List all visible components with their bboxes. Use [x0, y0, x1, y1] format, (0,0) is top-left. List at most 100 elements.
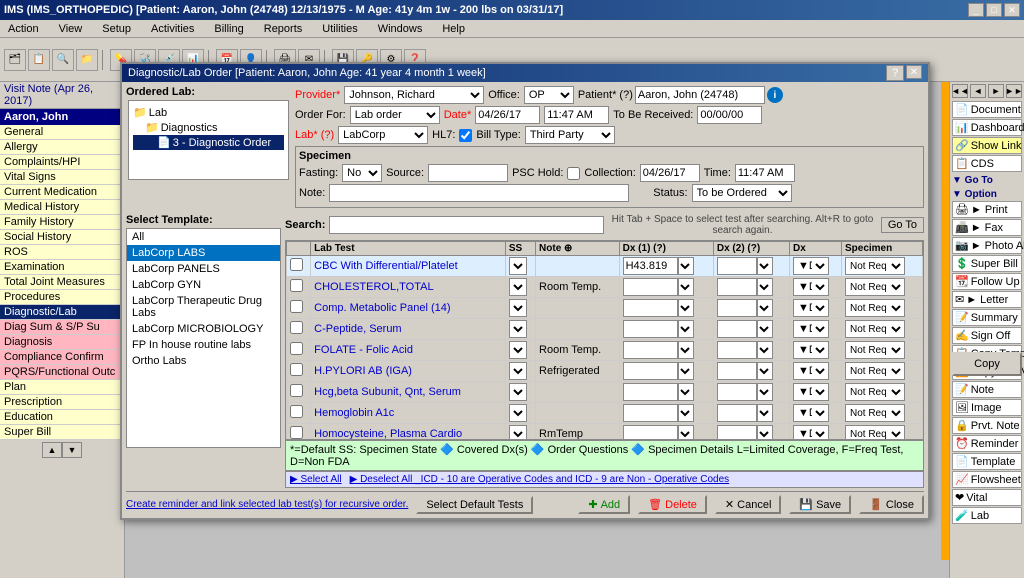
lab-test-checkbox[interactable] [290, 321, 303, 334]
nav-last-button[interactable]: ►► [1006, 84, 1022, 98]
deselect-all-link[interactable]: ▶ Deselect All _ICD - 10 are Operative C… [350, 474, 730, 485]
lab-test-name[interactable]: Homocysteine, Plasma Cardio [311, 424, 506, 441]
provider-select[interactable]: Johnson, Richard [344, 86, 484, 104]
lab-test-checkbox[interactable] [290, 258, 303, 271]
menu-action[interactable]: Action [4, 23, 43, 35]
lab-test-name[interactable]: Hcg,beta Subunit, Qnt, Serum [311, 382, 506, 403]
date-input[interactable] [475, 106, 540, 124]
lab-test-checkbox[interactable] [290, 426, 303, 439]
sidebar-item-allergy[interactable]: Allergy [0, 140, 124, 155]
sidebar-scroll-up[interactable]: ▲ [42, 442, 62, 458]
visit-note[interactable]: Visit Note (Apr 26, 2017) [0, 82, 124, 109]
lab-test-checkbox[interactable] [290, 342, 303, 355]
template-button[interactable]: 📄Template [952, 453, 1022, 470]
office-select[interactable]: OP [524, 86, 574, 104]
show-link-button[interactable]: 🔗Show Link [952, 137, 1022, 154]
add-button[interactable]: ✚ Add [578, 495, 630, 514]
lab-test-name[interactable]: CBC With Differential/Platelet [311, 256, 506, 277]
template-labcorp-panels[interactable]: LabCorp PANELS [127, 261, 280, 277]
close-window-button[interactable]: ✕ [1004, 3, 1020, 17]
footer-link[interactable]: Create reminder and link selected lab te… [126, 499, 408, 510]
nav-next-button[interactable]: ► [988, 84, 1004, 98]
template-microbiology[interactable]: LabCorp MICROBIOLOGY [127, 321, 280, 337]
minimize-button[interactable]: _ [968, 3, 984, 17]
toolbar-btn-2[interactable]: 📋 [28, 49, 50, 71]
bill-type-select[interactable]: Third Party [525, 126, 615, 144]
sidebar-item-vital[interactable]: Vital Signs [0, 170, 124, 185]
select-default-button[interactable]: Select Default Tests [416, 496, 533, 514]
template-fp-inhouse[interactable]: FP In house routine labs [127, 337, 280, 353]
nav-prev-button[interactable]: ◄ [970, 84, 986, 98]
select-all-link[interactable]: ▶ Select All [290, 474, 342, 485]
lab-select[interactable]: LabCorp [338, 126, 428, 144]
lab-test-name[interactable]: FOLATE - Folic Acid [311, 340, 506, 361]
sidebar-item-plan[interactable]: Plan [0, 380, 124, 395]
patient-header[interactable]: Aaron, John [0, 109, 124, 125]
sidebar-item-complaints[interactable]: Complaints/HPI [0, 155, 124, 170]
fasting-select[interactable]: No [342, 164, 382, 182]
lab-test-checkbox[interactable] [290, 405, 303, 418]
sidebar-item-pqrs[interactable]: PQRS/Functional Outc [0, 365, 124, 380]
toolbar-btn-1[interactable]: 🗂 [4, 49, 26, 71]
lab-test-checkbox[interactable] [290, 384, 303, 397]
sidebar-item-ros[interactable]: ROS [0, 245, 124, 260]
lab-button[interactable]: 🧪Lab [952, 507, 1022, 524]
menu-reports[interactable]: Reports [260, 23, 307, 35]
sidebar-item-family-history[interactable]: Family History [0, 215, 124, 230]
search-input[interactable] [329, 216, 604, 234]
tree-item-lab[interactable]: 📁 Lab [133, 105, 284, 120]
lab-test-checkbox[interactable] [290, 279, 303, 292]
reminder-button[interactable]: ⏰Reminder [952, 435, 1022, 452]
sidebar-scroll-down[interactable]: ▼ [62, 442, 82, 458]
template-ortho-labs[interactable]: Ortho Labs [127, 353, 280, 369]
sidebar-item-diag-sum[interactable]: Diag Sum & S/P Su [0, 320, 124, 335]
super-bill-button[interactable]: 💲Super Bill [952, 255, 1022, 272]
close-button[interactable]: 🚪 Close [859, 495, 924, 514]
menu-view[interactable]: View [55, 23, 87, 35]
sidebar-item-medication[interactable]: Current Medication [0, 185, 124, 200]
toolbar-btn-4[interactable]: 📁 [76, 49, 98, 71]
template-therapeutic[interactable]: LabCorp Therapeutic Drug Labs [127, 293, 280, 321]
tree-item-diagnostics[interactable]: 📁 Diagnostics [133, 120, 284, 135]
summary-button[interactable]: 📝Summary [952, 309, 1022, 326]
template-labcorp-labs[interactable]: LabCorp LABS [127, 245, 280, 261]
document-button[interactable]: 📄Document [952, 101, 1022, 118]
sidebar-item-compliance[interactable]: Compliance Confirm [0, 350, 124, 365]
template-all[interactable]: All [127, 229, 280, 245]
image-button[interactable]: 🖼Image [952, 399, 1022, 416]
cds-button[interactable]: 📋CDS [952, 155, 1022, 172]
dialog-help-button[interactable]: ? [886, 65, 904, 81]
prvt-note-button[interactable]: 🔒Prvt. Note [952, 417, 1022, 434]
sidebar-item-diagnostic[interactable]: Diagnostic/Lab [0, 305, 124, 320]
menu-billing[interactable]: Billing [210, 23, 247, 35]
dialog-close-button[interactable]: ✕ [906, 65, 922, 79]
sidebar-item-diagnosis[interactable]: Diagnosis [0, 335, 124, 350]
time-input[interactable] [544, 106, 609, 124]
sign-off-button[interactable]: ✍Sign Off [952, 327, 1022, 344]
lab-test-name[interactable]: H.PYLORI AB (IGA) [311, 361, 506, 382]
tree-item-diagnostic-order[interactable]: 📄 3 - Diagnostic Order [133, 135, 284, 150]
patient-input[interactable] [635, 86, 765, 104]
lab-test-name[interactable]: C-Peptide, Serum [311, 319, 506, 340]
menu-activities[interactable]: Activities [147, 23, 198, 35]
dashboard-button[interactable]: 📊Dashboard [952, 119, 1022, 136]
sidebar-item-prescription[interactable]: Prescription [0, 395, 124, 410]
template-labcorp-gyn[interactable]: LabCorp GYN [127, 277, 280, 293]
flowsheet-button[interactable]: 📈Flowsheet [952, 471, 1022, 488]
sidebar-item-superbill[interactable]: Super Bill [0, 425, 124, 440]
sidebar-item-education[interactable]: Education [0, 410, 124, 425]
hl7-checkbox[interactable] [459, 129, 472, 142]
delete-button[interactable]: 🗑 Delete [638, 495, 707, 514]
status-select[interactable]: To be Ordered [692, 184, 792, 202]
order-for-select[interactable]: Lab order [350, 106, 440, 124]
collection-date-input[interactable] [640, 164, 700, 182]
nav-first-button[interactable]: ◄◄ [952, 84, 968, 98]
psc-hold-checkbox[interactable] [567, 167, 580, 180]
toolbar-btn-3[interactable]: 🔍 [52, 49, 74, 71]
menu-utilities[interactable]: Utilities [318, 23, 361, 35]
print-button[interactable]: 🖨► Print [952, 201, 1022, 218]
sidebar-item-joint-measures[interactable]: Total Joint Measures [0, 275, 124, 290]
photo-album-button[interactable]: 📷► Photo Album [952, 237, 1022, 254]
note-input[interactable] [329, 184, 629, 202]
fax-button[interactable]: 📠► Fax [952, 219, 1022, 236]
